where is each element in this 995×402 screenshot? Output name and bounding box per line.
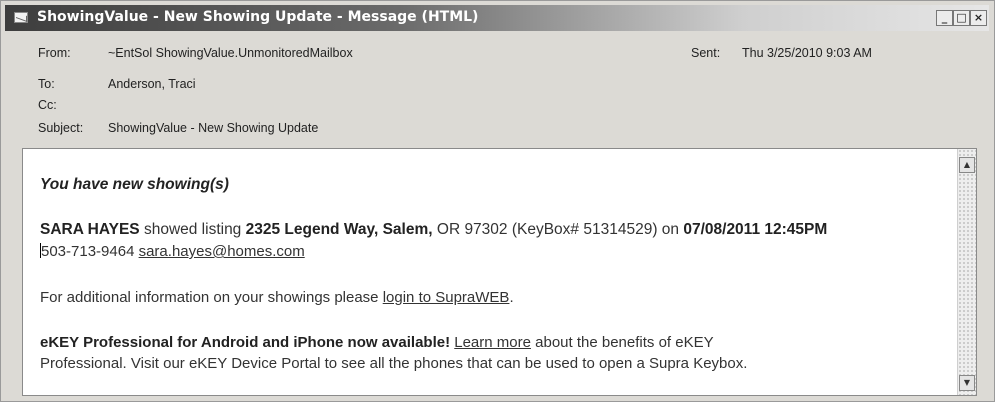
maximize-button[interactable]: □ xyxy=(953,10,970,26)
subject-value: ShowingValue - New Showing Update xyxy=(108,121,319,135)
from-value[interactable]: ~EntSol ShowingValue.UnmonitoredMailbox xyxy=(108,46,353,60)
promo-heading: eKEY Professional for Android and iPhone… xyxy=(40,334,451,351)
promo-line-2: Professional. Visit our eKEY Device Port… xyxy=(40,355,748,372)
agent-phone: 503-713-9464 xyxy=(41,243,135,260)
cc-label: Cc: xyxy=(38,98,57,112)
vertical-scrollbar[interactable]: ▲ ▼ xyxy=(957,149,976,395)
contact-line: 503-713-9464 sara.hayes@homes.com xyxy=(40,243,305,260)
message-heading: You have new showing(s) xyxy=(40,176,229,193)
scroll-down-icon[interactable]: ▼ xyxy=(959,375,975,391)
showing-datetime: 07/08/2011 12:45PM xyxy=(683,221,828,238)
sent-label: Sent: xyxy=(691,46,721,60)
agent-email-link[interactable]: sara.hayes@homes.com xyxy=(139,243,305,260)
window-title: ShowingValue - New Showing Update - Mess… xyxy=(37,9,479,25)
info-line: For additional information on your showi… xyxy=(40,289,514,306)
minimize-button[interactable]: _ xyxy=(936,10,953,26)
message-body[interactable]: You have new showing(s) SARA HAYES showe… xyxy=(22,148,977,396)
to-value[interactable]: Anderson, Traci xyxy=(108,77,196,91)
showing-line: SARA HAYES showed listing 2325 Legend Wa… xyxy=(40,221,827,239)
info-end: . xyxy=(509,289,514,306)
close-button[interactable]: × xyxy=(970,10,987,26)
showed-listing-text: showed listing xyxy=(139,221,246,238)
learn-more-link[interactable]: Learn more xyxy=(454,334,531,351)
scroll-up-icon[interactable]: ▲ xyxy=(959,157,975,173)
sent-value: Thu 3/25/2010 9:03 AM xyxy=(742,46,872,60)
subject-label: Subject: xyxy=(38,121,84,135)
promo-rest: about the benefits of eKEY xyxy=(530,334,714,351)
title-bar[interactable]: ShowingValue - New Showing Update - Mess… xyxy=(5,5,989,31)
message-window: ShowingValue - New Showing Update - Mess… xyxy=(0,0,995,402)
from-label: From: xyxy=(38,46,71,60)
listing-city: , Salem, xyxy=(373,221,433,238)
suprawEB-login-link[interactable]: login to SupraWEB xyxy=(383,289,510,306)
promo-line-1: eKEY Professional for Android and iPhone… xyxy=(40,334,714,351)
listing-state-zip: OR 97302 xyxy=(432,221,508,238)
listing-address: 2325 Legend Way xyxy=(245,221,374,238)
to-label: To: xyxy=(38,77,55,91)
keybox-text: (KeyBox# 51314529) on xyxy=(507,221,684,238)
message-envelope-icon xyxy=(14,12,28,23)
agent-name: SARA HAYES xyxy=(40,221,140,238)
info-text: For additional information on your showi… xyxy=(40,289,383,306)
